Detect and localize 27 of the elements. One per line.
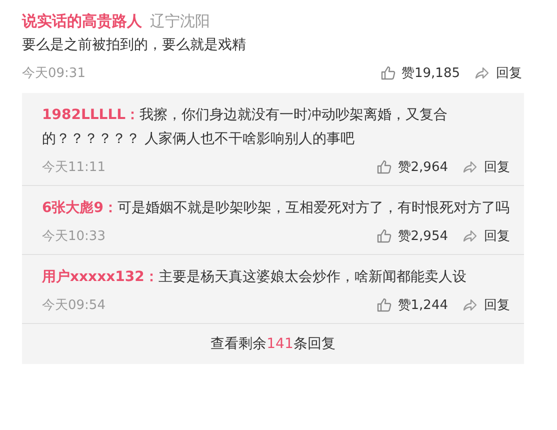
reply-time: 今天09:54 xyxy=(42,297,106,314)
reply-link[interactable]: 回复 xyxy=(496,64,522,82)
thumbs-up-icon[interactable] xyxy=(376,159,392,175)
reply-arrow-icon[interactable] xyxy=(462,297,478,313)
reply-text: 1982LLLLL：我擦，你们身边就没有一时冲动吵架离婚，又复合的？？？？？？ 人家俩人也不干啥影响别人的事吧 xyxy=(42,106,449,149)
reply-link[interactable]: 回复 xyxy=(484,227,510,245)
reply-arrow-icon[interactable] xyxy=(462,159,478,175)
comment-time: 今天09:31 xyxy=(22,65,86,82)
reply-arrow-icon[interactable] xyxy=(474,65,490,81)
reply-time: 今天10:33 xyxy=(42,228,106,245)
location-text: 辽宁沈阳 xyxy=(150,12,210,30)
reply-link[interactable]: 回复 xyxy=(484,158,510,176)
author-name[interactable]: 说实话的高贵路人 xyxy=(22,12,142,30)
like-count[interactable]: 赞1,244 xyxy=(398,296,448,314)
reply-link[interactable]: 回复 xyxy=(484,296,510,314)
comment-text: 要么是之前被拍到的，要么就是戏精 xyxy=(22,36,247,55)
reply-time: 今天11:11 xyxy=(42,159,106,176)
reply-arrow-icon[interactable] xyxy=(462,228,478,244)
like-count[interactable]: 赞2,954 xyxy=(398,227,448,245)
thumbs-up-icon[interactable] xyxy=(380,65,396,81)
reply-text: 用户xxxxx132：主要是杨天真这婆娘太会炒作，啥新闻都能卖人设 xyxy=(42,268,468,287)
reply-text: 6张大彪9：可是婚姻不就是吵架吵架，互相爱死对方了，有时恨死对方了吗 xyxy=(42,199,510,218)
like-count[interactable]: 赞19,185 xyxy=(402,64,460,82)
thumbs-up-icon[interactable] xyxy=(376,228,392,244)
like-count[interactable]: 赞2,964 xyxy=(398,158,448,176)
more-replies-link[interactable]: 查看剩余141条回复 xyxy=(22,324,524,364)
thumbs-up-icon[interactable] xyxy=(376,297,392,313)
